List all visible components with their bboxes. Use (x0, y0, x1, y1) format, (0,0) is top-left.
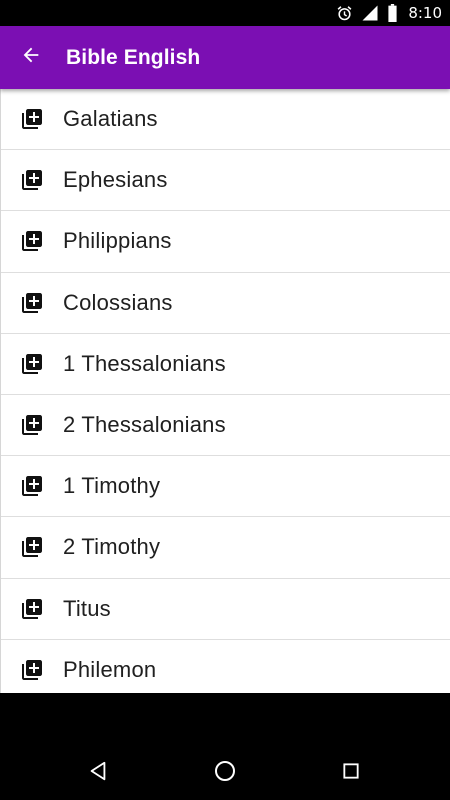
library-add-icon (20, 535, 44, 559)
library-add-icon (20, 352, 44, 376)
library-add-icon (20, 474, 44, 498)
book-row-philemon[interactable]: Philemon (1, 640, 450, 693)
recents-square-icon (341, 761, 361, 786)
book-label: 2 Thessalonians (63, 412, 226, 438)
library-add-icon (20, 413, 44, 437)
arrow-back-icon (20, 44, 42, 71)
battery-icon (387, 4, 398, 22)
book-label: Ephesians (63, 167, 168, 193)
book-label: 1 Timothy (63, 473, 161, 499)
book-row-galatians[interactable]: Galatians (1, 89, 450, 151)
library-add-icon (20, 229, 44, 253)
book-row-1-timothy[interactable]: 1 Timothy (1, 456, 450, 518)
alarm-icon (336, 5, 353, 22)
book-row-2-thessalonians[interactable]: 2 Thessalonians (1, 395, 450, 457)
library-add-icon (20, 291, 44, 315)
book-label: Titus (63, 595, 111, 621)
clock-time: 8:10 (408, 4, 442, 22)
book-label: 1 Thessalonians (63, 350, 226, 376)
page-title: Bible English (66, 45, 201, 69)
book-label: 2 Timothy (63, 534, 161, 560)
book-list[interactable]: Galatians Ephesians Philippians Colossia… (0, 89, 450, 693)
nav-recents-button[interactable] (328, 750, 374, 796)
book-row-ephesians[interactable]: Ephesians (1, 150, 450, 212)
book-row-titus[interactable]: Titus (1, 579, 450, 640)
nav-home-button[interactable] (202, 750, 248, 796)
navigation-bar (0, 693, 450, 800)
book-row-colossians[interactable]: Colossians (1, 273, 450, 334)
book-row-philippians[interactable]: Philippians (1, 211, 450, 273)
back-button[interactable] (10, 37, 52, 79)
book-row-1-thessalonians[interactable]: 1 Thessalonians (1, 334, 450, 395)
library-add-icon (20, 107, 44, 131)
book-label: Philippians (63, 228, 172, 254)
library-add-icon (20, 597, 44, 621)
library-add-icon (20, 658, 44, 682)
book-label: Philemon (63, 656, 157, 682)
status-bar: 8:10 (0, 0, 450, 26)
home-circle-icon (213, 759, 237, 788)
library-add-icon (20, 168, 44, 192)
back-triangle-icon (87, 760, 109, 787)
book-row-2-timothy[interactable]: 2 Timothy (1, 517, 450, 579)
book-label: Colossians (63, 289, 173, 315)
app-bar: Bible English (0, 26, 450, 89)
nav-back-button[interactable] (75, 750, 121, 796)
signal-icon (361, 4, 379, 22)
book-label: Galatians (63, 106, 158, 132)
